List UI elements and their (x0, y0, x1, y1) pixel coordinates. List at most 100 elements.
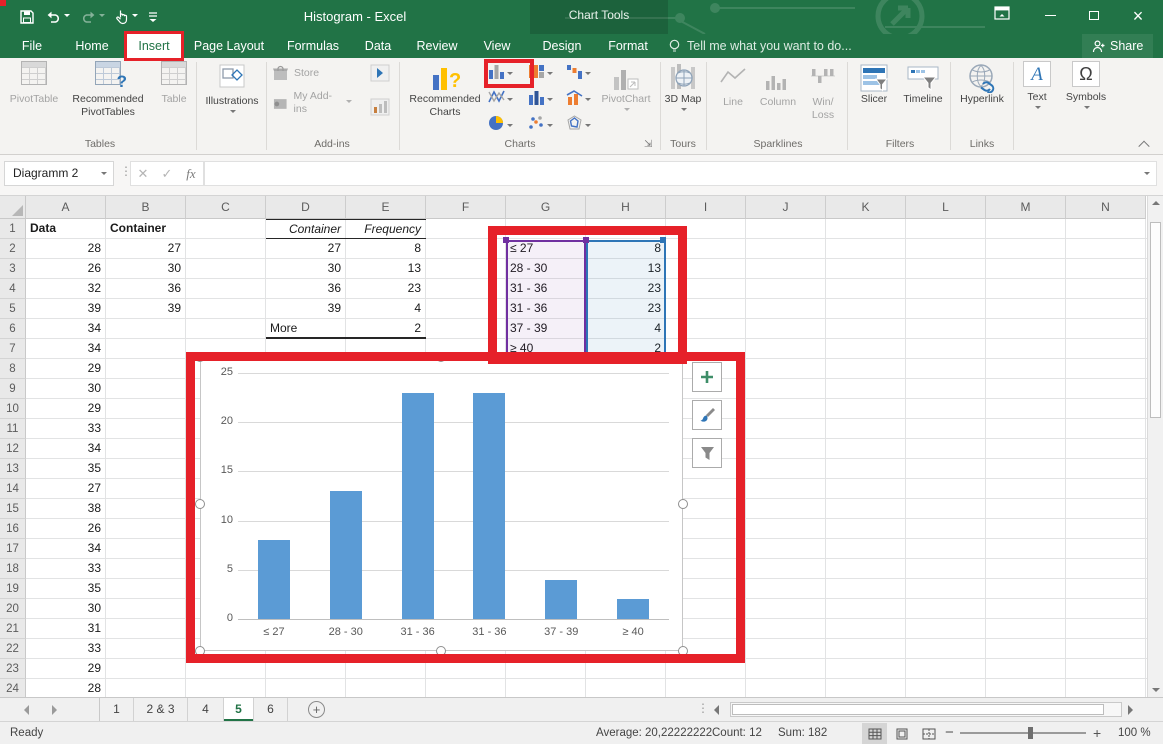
timeline-button[interactable]: Timeline (897, 61, 949, 106)
row-header-15[interactable]: 15 (0, 499, 26, 519)
column-header-K[interactable]: K (826, 196, 906, 219)
cell-D2[interactable]: 27 (266, 239, 346, 259)
share-button[interactable]: Share (1082, 34, 1153, 58)
cell-B3[interactable]: 30 (106, 259, 186, 279)
chart-styles-button[interactable] (692, 400, 722, 430)
hscroll-right-icon[interactable] (1128, 705, 1133, 715)
sheet-nav-next-icon[interactable] (52, 705, 57, 715)
select-all-button[interactable] (0, 196, 26, 219)
column-header-L[interactable]: L (906, 196, 986, 219)
people-graph-addin-icon[interactable] (370, 98, 400, 122)
column-header-B[interactable]: B (106, 196, 186, 219)
tab-review[interactable]: Review (409, 34, 465, 58)
cell-D1[interactable]: Container (266, 219, 346, 239)
chart-elements-button[interactable] (692, 362, 722, 392)
undo-button[interactable] (45, 10, 70, 24)
embedded-histogram-chart[interactable]: 0510152025≤ 2728 - 3031 - 3631 - 3637 - … (200, 357, 683, 651)
cell-A7[interactable]: 34 (26, 339, 106, 359)
sheet-tab-4[interactable]: 4 (188, 698, 224, 721)
cancel-icon[interactable]: ✕ (131, 166, 155, 182)
cell-A2[interactable]: 28 (26, 239, 106, 259)
cell-A11[interactable]: 33 (26, 419, 106, 439)
cell-A23[interactable]: 29 (26, 659, 106, 679)
chart-resize-handle[interactable] (436, 352, 446, 362)
insert-radar-chart-button[interactable] (566, 115, 596, 139)
row-header-20[interactable]: 20 (0, 599, 26, 619)
chart-bar-5[interactable] (617, 599, 649, 619)
row-header-9[interactable]: 9 (0, 379, 26, 399)
insert-scatter-chart-button[interactable] (528, 115, 558, 139)
recommended-charts-button[interactable]: ? Recommended Charts (403, 61, 487, 119)
horizontal-scrollbar[interactable] (730, 702, 1122, 717)
chart-bar-2[interactable] (402, 393, 434, 619)
bing-maps-addin-icon[interactable] (370, 64, 400, 88)
cell-E6[interactable]: 2 (346, 319, 426, 339)
maximize-button[interactable] (1080, 3, 1108, 29)
selection-handle[interactable] (583, 237, 589, 243)
cell-A8[interactable]: 29 (26, 359, 106, 379)
tab-data[interactable]: Data (355, 34, 401, 58)
scroll-up-icon[interactable] (1152, 201, 1160, 205)
minimize-button[interactable] (1036, 3, 1064, 29)
cell-D6[interactable]: More (266, 319, 346, 339)
hyperlink-button[interactable]: Hyperlink (953, 61, 1011, 106)
row-header-11[interactable]: 11 (0, 419, 26, 439)
illustrations-button[interactable]: Illustrations (200, 61, 264, 121)
sparkline-column-button[interactable]: Column (756, 61, 800, 109)
insert-3d-column-chart-button[interactable] (528, 89, 558, 113)
column-header-F[interactable]: F (426, 196, 506, 219)
save-icon[interactable] (19, 9, 35, 25)
page-layout-view-button[interactable] (889, 723, 914, 744)
tab-page-layout[interactable]: Page Layout (189, 34, 269, 58)
sheet-tab-1[interactable]: 1 (100, 698, 134, 721)
column-header-A[interactable]: A (26, 196, 106, 219)
row-header-3[interactable]: 3 (0, 259, 26, 279)
cell-B5[interactable]: 39 (106, 299, 186, 319)
row-header-17[interactable]: 17 (0, 539, 26, 559)
symbols-button[interactable]: Ω Symbols (1061, 61, 1111, 117)
chart-resize-handle[interactable] (195, 499, 205, 509)
row-header-6[interactable]: 6 (0, 319, 26, 339)
cell-A21[interactable]: 31 (26, 619, 106, 639)
row-header-16[interactable]: 16 (0, 519, 26, 539)
column-header-I[interactable]: I (666, 196, 746, 219)
selection-handle[interactable] (660, 237, 666, 243)
row-header-18[interactable]: 18 (0, 559, 26, 579)
cell-B4[interactable]: 36 (106, 279, 186, 299)
chart-bar-1[interactable] (330, 491, 362, 619)
sheet-tab-5[interactable]: 5 (224, 698, 254, 721)
cell-A24[interactable]: 28 (26, 679, 106, 697)
sheet-tab-6[interactable]: 6 (254, 698, 288, 721)
tell-me-box[interactable]: Tell me what you want to do... (668, 34, 852, 58)
scroll-down-icon[interactable] (1152, 688, 1160, 692)
cell-D3[interactable]: 30 (266, 259, 346, 279)
collapse-ribbon-icon[interactable] (1140, 138, 1152, 150)
pivottable-button[interactable]: PivotTable (6, 61, 62, 106)
cell-A14[interactable]: 27 (26, 479, 106, 499)
pivotchart-button[interactable]: PivotChart (596, 61, 656, 119)
cell-E4[interactable]: 23 (346, 279, 426, 299)
tab-format[interactable]: Format (600, 34, 656, 58)
cell-B1[interactable]: Container (106, 219, 186, 239)
tab-insert[interactable]: Insert (127, 34, 181, 58)
zoom-in-button[interactable]: + (1093, 722, 1101, 744)
column-header-C[interactable]: C (186, 196, 266, 219)
cell-A15[interactable]: 38 (26, 499, 106, 519)
chart-resize-handle[interactable] (678, 499, 688, 509)
tab-formulas[interactable]: Formulas (277, 34, 349, 58)
cell-E5[interactable]: 4 (346, 299, 426, 319)
cell-A6[interactable]: 34 (26, 319, 106, 339)
tab-home[interactable]: Home (64, 34, 120, 58)
tab-design[interactable]: Design (534, 34, 590, 58)
name-box-caret-icon[interactable] (101, 172, 107, 178)
selection-handle[interactable] (503, 237, 509, 243)
cell-A13[interactable]: 35 (26, 459, 106, 479)
cell-A12[interactable]: 34 (26, 439, 106, 459)
chart-bar-3[interactable] (473, 393, 505, 619)
cell-A20[interactable]: 30 (26, 599, 106, 619)
row-header-5[interactable]: 5 (0, 299, 26, 319)
3d-map-button[interactable]: 3D Map (662, 61, 704, 119)
close-button[interactable]: × (1124, 3, 1152, 29)
column-header-E[interactable]: E (346, 196, 426, 219)
insert-hierarchy-chart-button[interactable] (528, 63, 558, 87)
